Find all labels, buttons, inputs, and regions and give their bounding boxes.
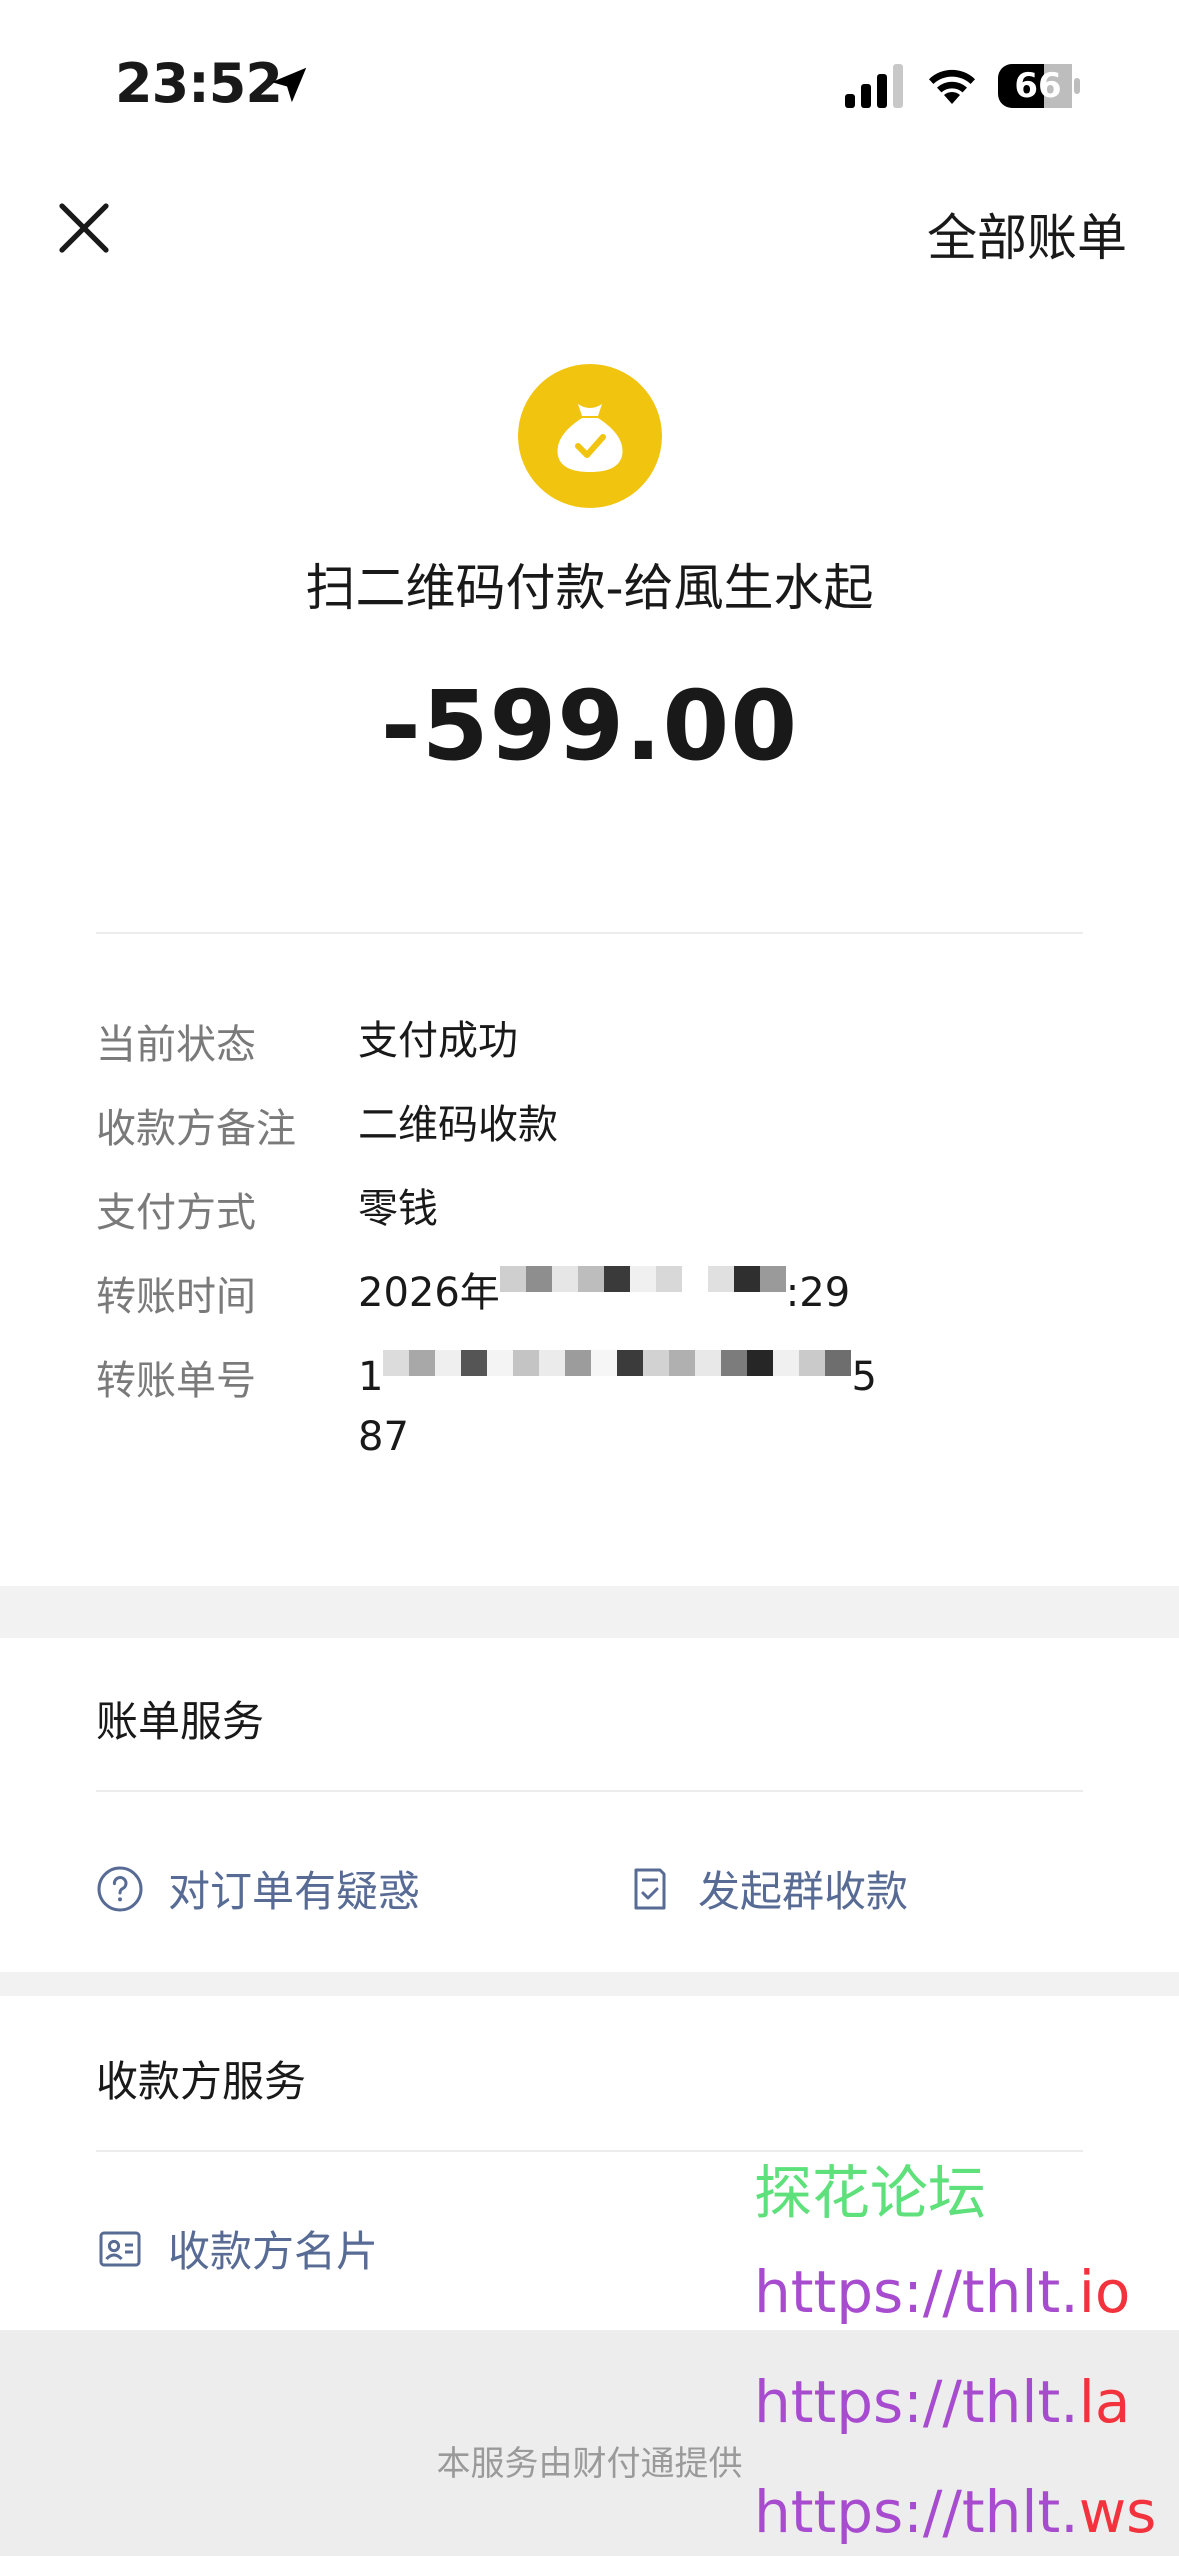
- payment-amount: -599.00: [380, 670, 799, 782]
- wifi-icon: [929, 69, 975, 104]
- receipt-check-icon: [634, 1868, 666, 1909]
- detail-value: 零钱: [358, 1186, 438, 1232]
- group-collect-button[interactable]: 发起群收款: [626, 1858, 908, 1919]
- section-separator: [0, 1586, 1179, 1638]
- all-bills-link[interactable]: 全部账单: [927, 198, 1127, 270]
- detail-value: 2026年 :29: [358, 1264, 1083, 1324]
- transfer-id-prefix: 1: [358, 1354, 384, 1400]
- merchant-title: 扫二维码付款-给風生水起: [305, 559, 874, 617]
- action-label: 收款方名片: [168, 2227, 379, 2276]
- status-bar: 23:52 66: [0, 0, 1179, 170]
- action-label: 对订单有疑惑: [168, 1867, 421, 1916]
- payee-service-title: 收款方服务: [96, 2057, 307, 2106]
- detail-label: 支付方式: [96, 1190, 256, 1236]
- location-arrow-icon: [271, 67, 307, 103]
- detail-value: 1 5 87: [358, 1348, 1083, 1466]
- transfer-time-suffix: :29: [785, 1270, 851, 1316]
- money-bag-check-icon: [518, 364, 662, 508]
- detail-row-transfer-time: 转账时间 2026年 :29: [96, 1264, 1083, 1324]
- detail-row-payee-note: 收款方备注 二维码收款: [96, 1096, 1083, 1156]
- watermark-url: https://thlt.io: [754, 2258, 1131, 2326]
- divider: [96, 932, 1083, 934]
- detail-row-status: 当前状态 支付成功: [96, 1012, 1083, 1072]
- question-circle-icon: [97, 1866, 143, 1911]
- transfer-id-line2: 87: [358, 1414, 409, 1460]
- detail-value: 二维码收款: [358, 1102, 558, 1148]
- order-question-button[interactable]: 对订单有疑惑: [96, 1858, 420, 1919]
- close-icon[interactable]: [52, 196, 116, 260]
- section-separator: [0, 1972, 1179, 1996]
- cellular-signal-icon: [845, 64, 903, 108]
- detail-label: 转账单号: [96, 1358, 256, 1404]
- contact-card-icon: [99, 2231, 141, 2266]
- detail-label: 转账时间: [96, 1274, 256, 1320]
- detail-label: 当前状态: [96, 1022, 256, 1068]
- action-label: 发起群收款: [698, 1867, 909, 1916]
- status-time: 23:52: [115, 52, 283, 115]
- detail-row-payment-method: 支付方式 零钱: [96, 1180, 1083, 1240]
- detail-row-transfer-id: 转账单号 1 5 87: [96, 1348, 1083, 1468]
- bill-service-title: 账单服务: [96, 1697, 265, 1746]
- redacted-mosaic: [499, 1266, 786, 1324]
- detail-label: 收款方备注: [96, 1106, 296, 1152]
- watermark-url: https://thlt.ws: [754, 2478, 1157, 2546]
- transfer-id-suffix: 5: [851, 1354, 877, 1400]
- detail-value: 支付成功: [358, 1018, 518, 1064]
- transfer-time-prefix: 2026年: [358, 1270, 500, 1316]
- battery-level: 66: [1014, 66, 1062, 106]
- watermark-url: https://thlt.la: [754, 2368, 1131, 2436]
- divider: [96, 1790, 1083, 1792]
- redacted-mosaic: [383, 1350, 852, 1408]
- payee-card-button[interactable]: 收款方名片: [96, 2218, 378, 2279]
- watermark-name: 探花论坛: [754, 2159, 987, 2227]
